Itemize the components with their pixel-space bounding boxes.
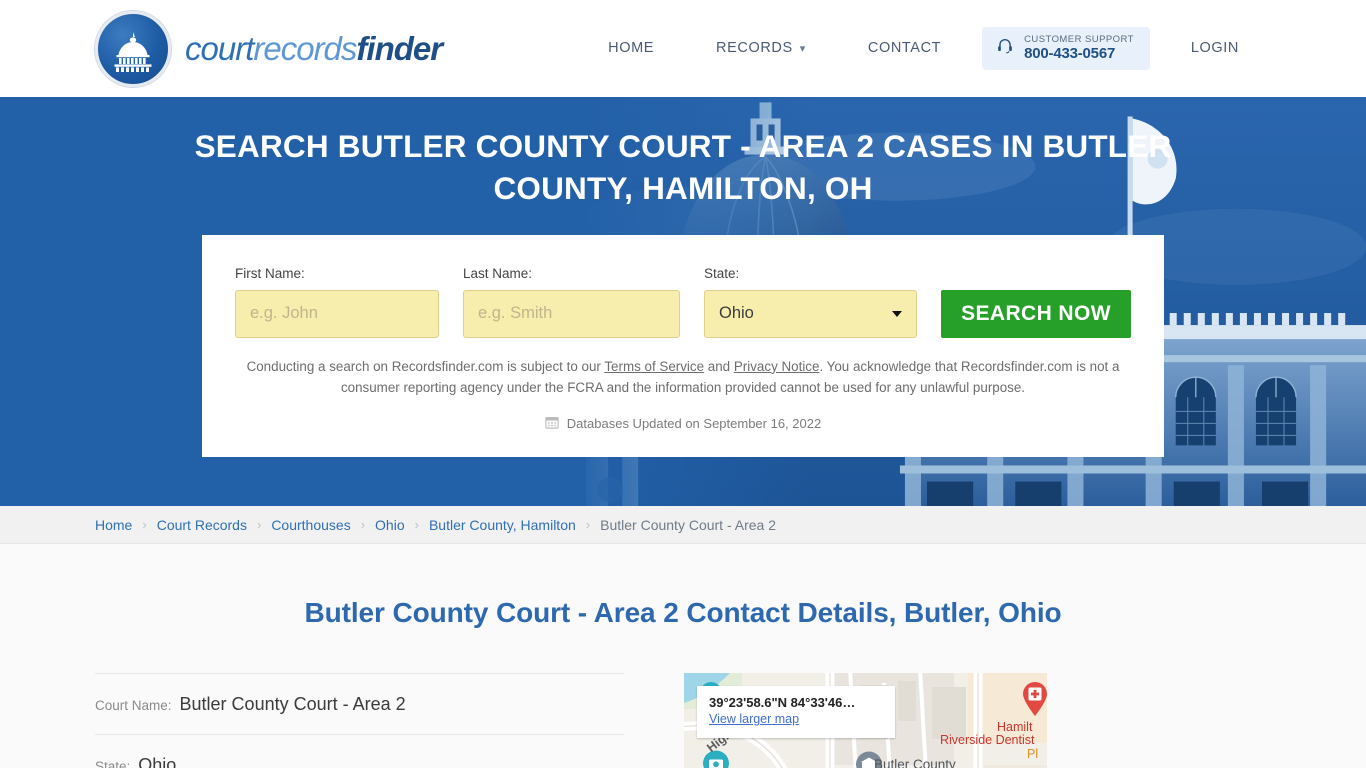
state-select-value: Ohio — [719, 304, 754, 323]
page-title: Butler County Court - Area 2 Contact Det… — [304, 597, 1062, 628]
detail-row-state: State: Ohio — [95, 734, 624, 768]
page-hero-title: SEARCH BUTLER COUNTY COURT - AREA 2 CASE… — [194, 128, 1172, 206]
search-now-button[interactable]: SEARCH NOW — [941, 289, 1131, 338]
first-name-label: First Name: — [235, 265, 305, 281]
detail-label-court-name: Court Name: — [95, 698, 172, 713]
detail-label-state: State: — [95, 759, 131, 768]
nav-records-label: RECORDS — [716, 40, 793, 57]
breadcrumb-item-butler-county-hamilton[interactable]: Butler County, Hamilton — [429, 517, 576, 533]
nav-contact-label: CONTACT — [867, 40, 942, 57]
logo-word-court: court — [185, 30, 254, 67]
nav-login-label: LOGIN — [1190, 40, 1239, 57]
detail-value-court-name: Butler County Court - Area 2 — [179, 694, 406, 714]
support-title: CUSTOMER SUPPORT — [1024, 34, 1134, 46]
first-name-field-group: First Name: — [235, 266, 439, 338]
hero-section: SEARCH BUTLER COUNTY COURT - AREA 2 CASE… — [0, 97, 1366, 506]
breadcrumb-item-current: Butler County Court - Area 2 — [600, 516, 776, 533]
map-label-pl: Pl — [1027, 747, 1039, 761]
breadcrumb-separator-icon: › — [585, 517, 591, 532]
location-map[interactable]: High St Butler County Building & Zoning … — [684, 673, 1047, 768]
calendar-icon — [545, 415, 559, 431]
customer-support-badge[interactable]: CUSTOMER SUPPORT 800-433-0567 — [982, 27, 1150, 70]
logo-word-finder: finder — [356, 30, 443, 67]
map-coordinates: 39°23'58.6"N 84°33'46… — [709, 695, 856, 710]
search-card: First Name: Last Name: State: Ohio SEARC… — [202, 234, 1164, 458]
breadcrumb-separator-icon: › — [256, 517, 262, 532]
calendar-glyph — [545, 417, 559, 429]
breadcrumb-item-courthouses[interactable]: Courthouses — [271, 517, 350, 533]
search-disclaimer: Conducting a search on Recordsfinder.com… — [243, 356, 1123, 399]
databases-updated-text: Databases Updated on September 16, 2022 — [566, 415, 822, 431]
nav-records[interactable]: RECORDS ▾ — [685, 30, 837, 66]
state-field-group: State: Ohio — [704, 266, 917, 338]
state-select[interactable]: Ohio — [704, 289, 917, 338]
last-name-label: Last Name: — [463, 265, 533, 281]
support-phone[interactable]: 800-433-0567 — [1024, 45, 1134, 63]
breadcrumb-item-court-records[interactable]: Court Records — [157, 517, 247, 533]
chevron-down-icon — [892, 310, 902, 317]
detail-row-court-name: Court Name: Butler County Court - Area 2 — [95, 673, 624, 734]
detail-value-state: Ohio — [138, 755, 177, 768]
nav-home-label: HOME — [608, 40, 655, 57]
search-form: First Name: Last Name: State: Ohio SEARC… — [235, 266, 1131, 338]
disclaimer-part-2: and — [704, 358, 734, 374]
map-info-overlay: 39°23'58.6"N 84°33'46… View larger map — [697, 686, 895, 738]
breadcrumb-item-ohio[interactable]: Ohio — [375, 517, 405, 533]
map-label-riverside-dentistry: Riverside Dentist — [940, 733, 1035, 747]
nav-home[interactable]: HOME — [577, 30, 685, 66]
main-content: Butler County Court - Area 2 Contact Det… — [0, 544, 1366, 768]
chevron-down-icon: ▾ — [799, 43, 806, 56]
brand-logo[interactable]: courtrecordsfinder — [95, 10, 443, 87]
court-details-list: Court Name: Butler County Court - Area 2… — [95, 673, 624, 768]
view-larger-map-link[interactable]: View larger map — [709, 712, 799, 726]
breadcrumb-item-home[interactable]: Home — [95, 517, 132, 533]
last-name-field-group: Last Name: — [463, 266, 680, 338]
terms-of-service-link[interactable]: Terms of Service — [604, 359, 704, 374]
logo-word-records: records — [253, 30, 357, 67]
breadcrumb: Home › Court Records › Courthouses › Ohi… — [95, 517, 776, 533]
details-and-map-row: Court Name: Butler County Court - Area 2… — [95, 673, 1271, 768]
nav-contact[interactable]: CONTACT — [837, 30, 972, 66]
first-name-input[interactable] — [235, 289, 439, 338]
logo-wordmark: courtrecordsfinder — [185, 30, 443, 67]
site-header: courtrecordsfinder HOME RECORDS ▾ CONTACT… — [0, 0, 1366, 97]
map-pin-red-hospital — [1021, 681, 1047, 722]
privacy-notice-link[interactable]: Privacy Notice — [734, 359, 820, 374]
capitol-dome-icon — [95, 10, 171, 87]
last-name-input[interactable] — [463, 289, 680, 338]
capitol-dome-glyph — [114, 31, 152, 72]
state-label: State: — [704, 265, 740, 281]
main-navigation: HOME RECORDS ▾ CONTACT CUSTOMER SUPPORT 8… — [577, 27, 1270, 70]
nav-login[interactable]: LOGIN — [1160, 30, 1270, 66]
breadcrumb-bar: Home › Court Records › Courthouses › Ohi… — [0, 506, 1366, 544]
breadcrumb-separator-icon: › — [142, 517, 147, 532]
databases-updated: Databases Updated on September 16, 2022 — [235, 415, 1131, 431]
map-pin-hospital-glyph — [1023, 682, 1047, 716]
headset-glyph — [998, 39, 1012, 54]
breadcrumb-separator-icon: › — [414, 517, 419, 532]
disclaimer-part-1: Conducting a search on Recordsfinder.com… — [246, 358, 605, 374]
headset-icon — [996, 37, 1014, 59]
breadcrumb-separator-icon: › — [360, 517, 366, 532]
map-label-butler-county: Butler County — [874, 757, 956, 768]
